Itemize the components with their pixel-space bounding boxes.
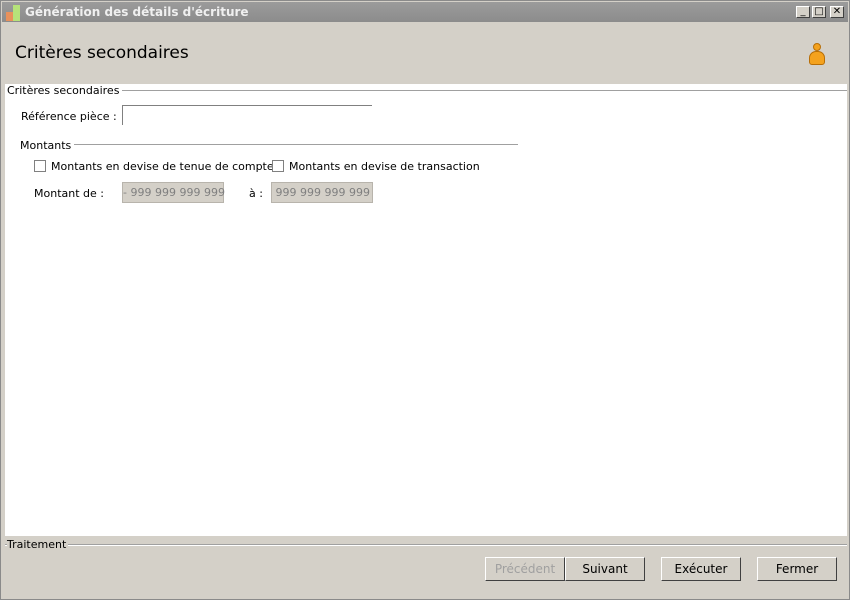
user-icon[interactable] [808,43,826,67]
window-title: Génération des détails d'écriture [25,5,249,19]
footer-divider [5,544,847,546]
amount-to-label: à : [249,187,263,200]
close-window-button[interactable]: ✕ [830,6,844,18]
previous-button[interactable]: Précédent [485,557,565,581]
app-icon [6,5,20,21]
footer-title: Traitement [7,538,69,551]
title-bar[interactable]: Génération des détails d'écriture _ □ ✕ [2,2,848,22]
montants-title: Montants [20,139,75,152]
next-button[interactable]: Suivant [565,557,645,581]
amount-from-label: Montant de : [34,187,104,200]
close-button[interactable]: Fermer [757,557,837,581]
account-currency-checkbox[interactable] [34,160,46,172]
amount-to-input[interactable]: 999 999 999 999 [271,182,373,203]
maximize-button[interactable]: □ [812,6,826,18]
criteria-panel: Critères secondaires Référence pièce : M… [5,84,847,536]
transaction-currency-checkbox[interactable] [272,160,284,172]
reference-input[interactable] [122,105,372,125]
amount-from-input[interactable]: - 999 999 999 999 [122,182,225,203]
account-currency-label: Montants en devise de tenue de compte [51,160,274,173]
page-title: Critères secondaires [15,43,189,63]
reference-label: Référence pièce : [21,110,117,123]
page-header: Critères secondaires [2,23,848,83]
main-window: Génération des détails d'écriture _ □ ✕ … [0,0,850,600]
montants-divider [20,144,518,146]
group-title: Critères secondaires [7,84,123,97]
group-divider [7,90,847,92]
transaction-currency-label: Montants en devise de transaction [289,160,480,173]
execute-button[interactable]: Exécuter [661,557,741,581]
minimize-button[interactable]: _ [796,6,810,18]
